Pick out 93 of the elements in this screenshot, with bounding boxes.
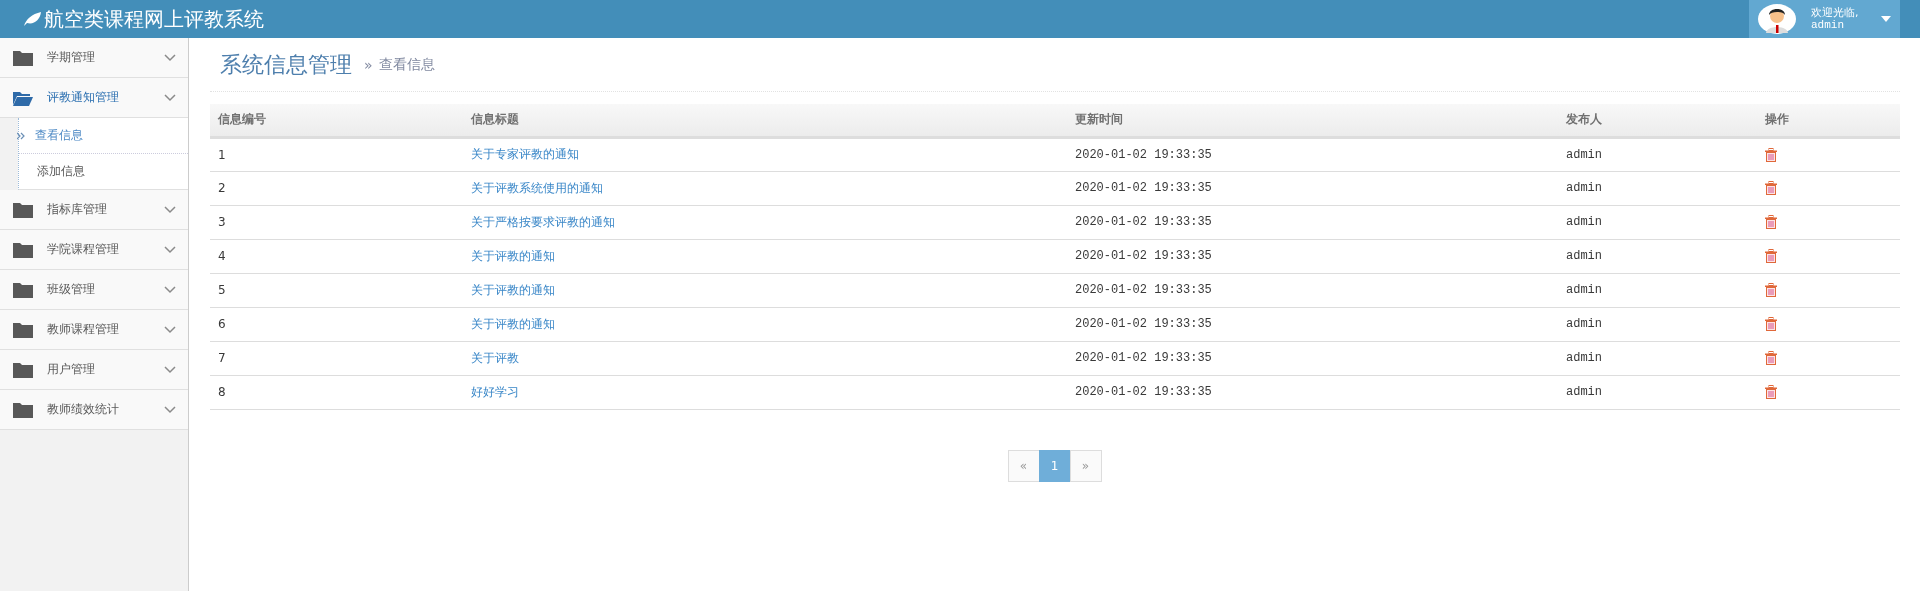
table-cell: 1: [210, 137, 463, 171]
sidebar-item[interactable]: 学期管理: [0, 38, 188, 78]
folder-icon: [13, 201, 33, 218]
next-page-button[interactable]: »: [1069, 449, 1102, 482]
chevron-icon: [164, 405, 176, 414]
delete-button[interactable]: [1765, 283, 1777, 297]
trash-icon: [1765, 147, 1777, 162]
folder-icon: [13, 49, 33, 66]
delete-button[interactable]: [1765, 317, 1777, 331]
sidebar-item[interactable]: 班级管理: [0, 270, 188, 310]
chevron-icon: [164, 205, 176, 214]
chevron-icon: [164, 325, 176, 334]
column-header: 信息编号: [210, 104, 463, 137]
table-cell: 2020-01-02 19:33:35: [1067, 205, 1558, 239]
chevron-icon: [164, 365, 176, 374]
table-cell: 7: [210, 341, 463, 375]
sidebar-item[interactable]: 学院课程管理: [0, 230, 188, 270]
column-header: 操作: [1757, 104, 1900, 137]
trash-icon: [1765, 351, 1777, 365]
title-link[interactable]: 关于评教的通知: [471, 282, 555, 297]
title-link[interactable]: 关于严格按要求评教的通知: [471, 214, 615, 229]
folder-icon: [13, 241, 33, 258]
user-name: admin: [1811, 19, 1845, 32]
table-cell: admin: [1558, 273, 1757, 307]
delete-button[interactable]: [1765, 147, 1777, 162]
sidebar-item[interactable]: 评教通知管理: [0, 78, 188, 118]
page-button[interactable]: 1: [1038, 449, 1071, 482]
table-cell: 5: [210, 273, 463, 307]
app-title: 航空类课程网上评教系统: [44, 5, 264, 33]
table-cell: 2020-01-02 19:33:35: [1067, 341, 1558, 375]
caret-icon: [1881, 16, 1891, 22]
greeting-text: 欢迎光临,: [1811, 6, 1860, 19]
delete-button[interactable]: [1765, 351, 1777, 365]
table-cell: admin: [1558, 341, 1757, 375]
table-cell: 4: [210, 239, 463, 273]
page-title: 系统信息管理: [220, 50, 352, 79]
table-cell: admin: [1558, 375, 1757, 409]
chevron-icon: [164, 93, 176, 102]
title-link[interactable]: 关于评教: [471, 350, 519, 365]
title-link[interactable]: 关于专家评教的通知: [471, 147, 579, 161]
folder-icon: [13, 361, 33, 378]
delete-button[interactable]: [1765, 215, 1777, 229]
chevron-icon: [164, 53, 176, 62]
table-cell: 2020-01-02 19:33:35: [1067, 171, 1558, 205]
chevron-icon: [164, 285, 176, 294]
table-cell: admin: [1558, 137, 1757, 171]
trash-icon: [1765, 215, 1777, 229]
folder-icon: [13, 401, 33, 418]
table-cell: admin: [1558, 205, 1757, 239]
table-cell: admin: [1558, 307, 1757, 341]
sidebar-item[interactable]: 教师绩效统计: [0, 390, 188, 430]
folder-icon: [13, 281, 33, 298]
chevron-icon: [164, 245, 176, 254]
table-cell: 6: [210, 307, 463, 341]
table-cell: 2020-01-02 19:33:35: [1067, 137, 1558, 171]
table-cell: 2020-01-02 19:33:35: [1067, 375, 1558, 409]
delete-button[interactable]: [1765, 249, 1777, 263]
submenu-item[interactable]: 查看信息: [19, 118, 188, 154]
avatar-icon: [1757, 3, 1797, 35]
open-folder-icon: [13, 89, 33, 106]
page-subtitle: 查看信息: [378, 55, 435, 74]
table-cell: 3: [210, 205, 463, 239]
double-chevron-icon: [17, 131, 25, 140]
column-header: 更新时间: [1067, 104, 1558, 137]
trash-icon: [1765, 249, 1777, 263]
trash-icon: [1765, 385, 1777, 399]
leaf-icon: [22, 11, 42, 27]
sidebar-item[interactable]: 指标库管理: [0, 190, 188, 230]
column-header: 信息标题: [463, 104, 1067, 137]
table-cell: 2020-01-02 19:33:35: [1067, 307, 1558, 341]
user-menu[interactable]: 欢迎光临, admin: [1749, 0, 1900, 38]
title-link[interactable]: 关于评教的通知: [471, 316, 555, 331]
table-cell: 2020-01-02 19:33:35: [1067, 273, 1558, 307]
table-cell: admin: [1558, 239, 1757, 273]
submenu-item[interactable]: 添加信息: [19, 154, 188, 189]
trash-icon: [1765, 283, 1777, 297]
trash-icon: [1765, 317, 1777, 331]
table-cell: 8: [210, 375, 463, 409]
breadcrumb-mark: »: [364, 56, 373, 73]
sidebar-item[interactable]: 教师课程管理: [0, 310, 188, 350]
previous-page-button[interactable]: «: [1007, 449, 1040, 482]
delete-button[interactable]: [1765, 385, 1777, 399]
table-cell: admin: [1558, 171, 1757, 205]
table-cell: 2: [210, 171, 463, 205]
sidebar-item[interactable]: 用户管理: [0, 350, 188, 390]
table-cell: 2020-01-02 19:33:35: [1067, 239, 1558, 273]
title-link[interactable]: 关于评教的通知: [471, 248, 555, 263]
title-link[interactable]: 关于评教系统使用的通知: [471, 180, 603, 195]
column-header: 发布人: [1558, 104, 1757, 137]
title-link[interactable]: 好好学习: [471, 384, 519, 399]
trash-icon: [1765, 181, 1777, 195]
delete-button[interactable]: [1765, 181, 1777, 195]
folder-icon: [13, 321, 33, 338]
